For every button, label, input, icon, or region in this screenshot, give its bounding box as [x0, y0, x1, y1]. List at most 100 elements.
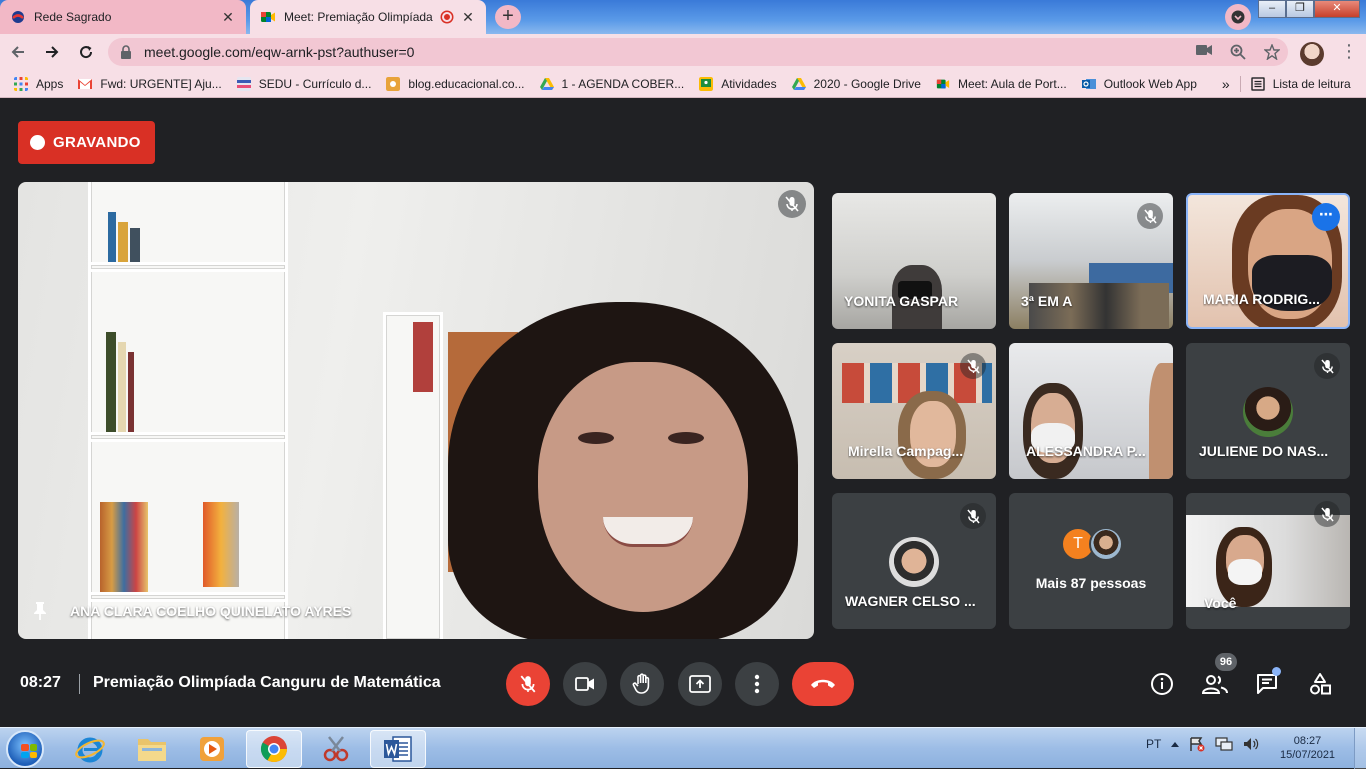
- bookshelf-shelf-row: [88, 262, 288, 272]
- participant-name: ALESSANDRA P...: [1026, 443, 1146, 459]
- language-indicator[interactable]: PT: [1146, 737, 1161, 751]
- bookmarks-bar: Apps Fwd: URGENTE] Aju... SEDU - Currícu…: [0, 70, 1366, 98]
- participant-avatar: [1243, 387, 1293, 437]
- more-bookmarks-button[interactable]: »: [1222, 76, 1230, 92]
- bookmark-blog[interactable]: blog.educacional.co...: [386, 76, 525, 91]
- tab-meet[interactable]: Meet: Premiação Olimpíada ✕: [250, 0, 486, 34]
- camera-toggle-button[interactable]: [563, 662, 607, 706]
- taskbar-file-explorer[interactable]: [124, 730, 180, 768]
- minimize-button[interactable]: –: [1258, 0, 1286, 18]
- address-bar[interactable]: meet.google.com/eqw-arnk-pst?authuser=0: [108, 38, 1288, 66]
- volume-icon[interactable]: [1243, 736, 1259, 752]
- more-vertical-icon: [754, 674, 760, 694]
- close-icon[interactable]: ✕: [220, 9, 236, 26]
- meet-window: GRAVANDO ANA CLARA COELHO QUINELATO AYRE…: [0, 99, 1366, 727]
- tab-rede-sagrado[interactable]: Rede Sagrado ✕: [0, 0, 246, 34]
- bookmark-agenda[interactable]: 1 - AGENDA COBER...: [539, 77, 684, 91]
- meeting-details-button[interactable]: [1149, 671, 1175, 697]
- chevron-up-icon[interactable]: [1171, 741, 1180, 747]
- participant-options-button[interactable]: ⋯: [1312, 203, 1340, 231]
- system-clock[interactable]: 08:27 15/07/2021: [1280, 734, 1335, 762]
- bookmark-gmail[interactable]: Fwd: URGENTE] Aju...: [78, 77, 222, 91]
- raise-hand-button[interactable]: [620, 662, 664, 706]
- show-participants-button[interactable]: [1202, 671, 1228, 697]
- recording-badge[interactable]: GRAVANDO: [18, 121, 155, 164]
- reading-list-button[interactable]: Lista de leitura: [1250, 77, 1351, 91]
- star-icon[interactable]: [1264, 44, 1280, 60]
- meet-icon: [936, 79, 950, 88]
- start-button[interactable]: [6, 730, 44, 768]
- people-icon: [1202, 675, 1228, 694]
- mic-off-icon: [785, 196, 799, 212]
- bookmark-atividades[interactable]: Atividades: [699, 76, 777, 91]
- taskbar-internet-explorer[interactable]: [62, 730, 118, 768]
- participant-tile[interactable]: WAGNER CELSO ...: [832, 493, 996, 629]
- chat-icon: [1257, 674, 1277, 694]
- chrome-menu-button[interactable]: ⋮: [1340, 41, 1358, 62]
- close-icon[interactable]: ✕: [460, 9, 476, 26]
- more-options-button[interactable]: [735, 662, 779, 706]
- leave-call-button[interactable]: [792, 662, 854, 706]
- participant-tile[interactable]: 3ª EM A: [1009, 193, 1173, 329]
- tab-search-button[interactable]: [1225, 4, 1251, 30]
- bookmarks-divider: [1239, 75, 1241, 92]
- participant-tile[interactable]: ALESSANDRA P...: [1009, 343, 1173, 479]
- zoom-icon[interactable]: [1230, 44, 1246, 60]
- bookmark-drive-2020[interactable]: 2020 - Google Drive: [791, 77, 921, 91]
- camera-icon: [575, 677, 594, 691]
- participant-tile[interactable]: Mirella Campag...: [832, 343, 996, 479]
- meeting-title: Premiação Olimpíada Canguru de Matemátic…: [93, 674, 441, 691]
- action-center-flag-icon[interactable]: [1189, 736, 1205, 752]
- participant-avatar: [889, 537, 939, 587]
- main-mute-indicator: [778, 190, 806, 218]
- book: [108, 212, 116, 262]
- bookmark-outlook[interactable]: Outlook Web App: [1081, 77, 1197, 91]
- network-icon[interactable]: [1215, 736, 1233, 752]
- profile-avatar[interactable]: [1300, 42, 1324, 66]
- participant-tile[interactable]: JULIENE DO NAS...: [1186, 343, 1350, 479]
- main-speaker-tile[interactable]: ANA CLARA COELHO QUINELATO AYRES: [18, 182, 814, 639]
- show-desktop-button[interactable]: [1354, 728, 1366, 769]
- avatar-stack: T: [1061, 527, 1123, 561]
- taskbar-media-player[interactable]: [184, 730, 240, 768]
- restore-button[interactable]: ❐: [1286, 0, 1314, 18]
- present-screen-button[interactable]: [678, 662, 722, 706]
- reload-button[interactable]: [70, 36, 102, 68]
- scissors-icon: [323, 736, 349, 762]
- taskbar-word[interactable]: [370, 730, 426, 768]
- microphone-toggle-button[interactable]: [506, 662, 550, 706]
- forward-button[interactable]: [36, 36, 68, 68]
- taskbar-chrome[interactable]: [246, 730, 302, 768]
- new-tab-button[interactable]: +: [495, 5, 521, 29]
- tab-title: Rede Sagrado: [34, 10, 112, 24]
- self-view-tile[interactable]: Você: [1186, 493, 1350, 629]
- participant-tile-selected[interactable]: ⋯ MARIA RODRIG...: [1186, 193, 1350, 329]
- taskbar-snipping-tool[interactable]: [308, 730, 364, 768]
- bookmark-meet-aula[interactable]: Meet: Aula de Port...: [936, 77, 1067, 91]
- participant-name: JULIENE DO NAS...: [1199, 443, 1329, 459]
- system-time: 08:27: [1293, 735, 1322, 747]
- browser-toolbar: meet.google.com/eqw-arnk-pst?authuser=0 …: [0, 34, 1366, 70]
- avatar-photo: [1089, 527, 1123, 561]
- participant-face: [538, 362, 748, 612]
- face-mask: [1228, 559, 1262, 585]
- book: [100, 502, 148, 592]
- more-participants-tile[interactable]: T Mais 87 pessoas: [1009, 493, 1173, 629]
- bookshelf-shelf-row: [88, 432, 288, 442]
- pin-icon[interactable]: [32, 601, 48, 621]
- bookmark-apps[interactable]: Apps: [14, 76, 63, 91]
- participant-tile[interactable]: YONITA GASPAR: [832, 193, 996, 329]
- hang-up-icon: [811, 679, 835, 688]
- main-speaker-name: ANA CLARA COELHO QUINELATO AYRES: [32, 601, 351, 621]
- window-close-button[interactable]: ✕: [1314, 0, 1360, 18]
- participant-name: Mirella Campag...: [848, 443, 964, 459]
- camera-in-use-icon[interactable]: [1196, 44, 1212, 56]
- mute-indicator: [960, 503, 986, 529]
- participant-name: YONITA GASPAR: [844, 293, 959, 309]
- bookmark-sedu[interactable]: SEDU - Currículo d...: [236, 76, 371, 91]
- info-icon: [1151, 673, 1173, 695]
- internet-explorer-icon: [75, 737, 105, 763]
- classroom-icon: [699, 76, 714, 91]
- back-button[interactable]: [2, 36, 34, 68]
- activities-button[interactable]: [1307, 671, 1333, 697]
